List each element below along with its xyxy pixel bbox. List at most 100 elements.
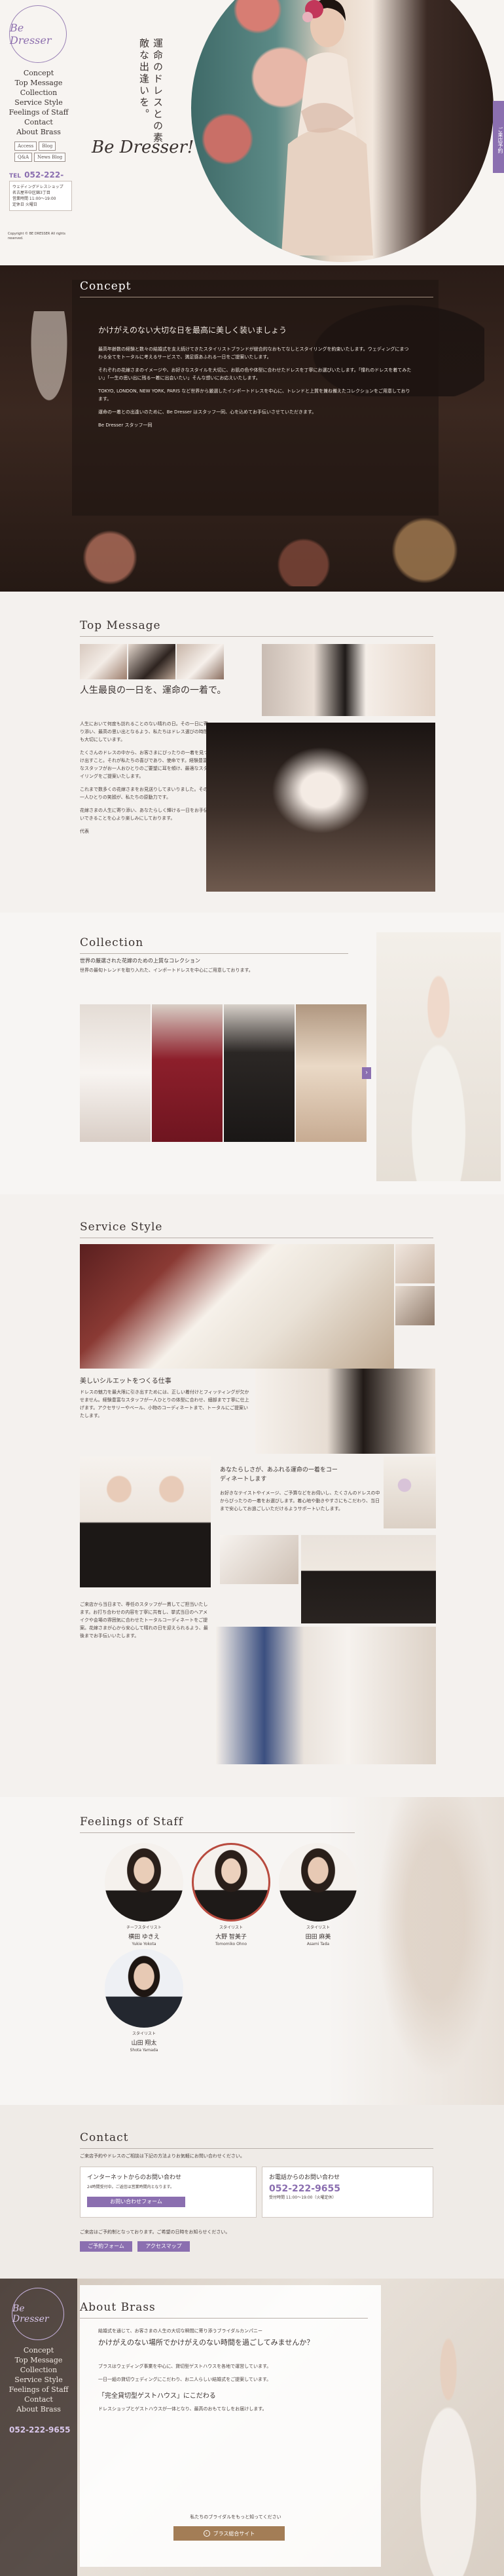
- service-style-section: Service Style 美しいシルエットをつくる仕事 ドレスの魅力を最大限に…: [0, 1194, 504, 1797]
- about-logo-text: Be Dresser: [12, 2303, 49, 2324]
- staff-name: 田田 麻美: [305, 1934, 331, 1941]
- service-block1-heading: 美しいシルエットをつくる仕事: [80, 1378, 171, 1385]
- brass-site-button-label: ブラス総合サイト: [213, 2530, 255, 2537]
- top-message-main-photo: [262, 644, 435, 716]
- staff-card[interactable]: スタイリスト 大野 智美子 Tomomiko Ohno: [185, 1843, 277, 1948]
- qa-button[interactable]: Q&A: [14, 153, 33, 162]
- brand-logo[interactable]: Be Dresser: [9, 5, 67, 63]
- nav-info-line: ウェディングドレスショップ: [12, 185, 63, 189]
- contact-web-box-text: 24時間受付中。ご返信は営業時間内となります。: [87, 2185, 174, 2189]
- about-nav-about-brass[interactable]: About Brass: [0, 2404, 77, 2414]
- about-title: About Brass: [80, 2301, 156, 2314]
- concept-flowers-decoration: [13, 514, 497, 586]
- access-map-button[interactable]: アクセスマップ: [137, 2241, 190, 2252]
- staff-romaji: Yukie Yokota: [132, 1942, 156, 1946]
- hero-section: Be Dresser Concept Top Message Collectio…: [0, 0, 504, 265]
- about-nav-collection[interactable]: Collection: [0, 2365, 77, 2375]
- staff-card[interactable]: スタイリスト 山田 翔太 Shota Yamada: [98, 1949, 190, 2055]
- nav-concept[interactable]: Concept: [0, 68, 77, 78]
- about-brass-section: Be Dresser Concept Top Message Collectio…: [0, 2279, 504, 2576]
- blog-button[interactable]: Blog: [39, 142, 56, 151]
- about-tel-number[interactable]: 052-222-9655: [9, 2425, 70, 2434]
- bride-illustration: [281, 0, 373, 256]
- concept-title: Concept: [80, 280, 132, 293]
- service-fitting-photo: [255, 1369, 435, 1454]
- access-button[interactable]: Access: [14, 142, 37, 151]
- contact-rule: [80, 2148, 433, 2149]
- collection-dress-1: [80, 1004, 151, 1142]
- collection-section: Collection 世界の厳選された花嫁のための上質なコレクション 世界の最旬…: [0, 913, 504, 1194]
- top-message-event-photo: [206, 723, 435, 892]
- collection-next-arrow[interactable]: ›: [362, 1067, 371, 1079]
- nav-top-message[interactable]: Top Message: [0, 78, 77, 88]
- collection-dress-2: [152, 1004, 223, 1142]
- nav-collection[interactable]: Collection: [0, 88, 77, 98]
- concept-signature: Be Dresser スタッフ一同: [98, 423, 153, 428]
- logo-text: Be Dresser: [10, 22, 52, 47]
- nav-about-brass[interactable]: About Brass: [0, 127, 77, 137]
- nav-contact[interactable]: Contact: [0, 117, 77, 127]
- service-staff-pair-photo: [80, 1456, 211, 1587]
- service-block2-heading: あなたらしさが、あふれる運命の一着をコーディネートします: [220, 1467, 338, 1483]
- about-nav-top-message[interactable]: Top Message: [0, 2355, 77, 2365]
- contact-web-box-title: インターネットからのお問い合わせ: [87, 2174, 182, 2181]
- staff-card[interactable]: チーフスタイリスト 横田 ゆきえ Yukie Yokota: [98, 1843, 190, 1948]
- about-nav-feelings-of-staff[interactable]: Feelings of Staff: [0, 2385, 77, 2395]
- about-brand-logo[interactable]: Be Dresser: [12, 2288, 64, 2340]
- about-nav-concept[interactable]: Concept: [0, 2345, 77, 2355]
- nav-service-style[interactable]: Service Style: [0, 98, 77, 107]
- staff-section: Feelings of Staff チーフスタイリスト 横田 ゆきえ Yukie…: [0, 1797, 504, 2105]
- brass-site-button[interactable]: › ブラス総合サイト: [173, 2526, 285, 2541]
- top-message-photo-2: [128, 644, 175, 679]
- about-paragraph: 一日一組の貸切ウェディングにこだわり、お二人らしい結婚式をご提案しています。: [98, 2377, 272, 2382]
- contact-form-button[interactable]: お問い合わせフォーム: [87, 2197, 185, 2207]
- service-small-photo-1: [395, 1244, 435, 1283]
- collection-tuxedo: [224, 1004, 295, 1142]
- service-block3-text: ご来店から当日まで、専任のスタッフが一貫してご担当いたします。お打ち合わせの内容…: [80, 1602, 208, 1638]
- service-accessories-photo: [384, 1456, 436, 1528]
- top-message-heading: 人生最良の一日を、運命の一着で。: [80, 685, 226, 696]
- arrow-right-icon: ›: [203, 2530, 210, 2537]
- copyright: Copyright © BE DRESSER All rights reserv…: [8, 232, 65, 240]
- staff-card[interactable]: スタイリスト 田田 麻美 Asami Tada: [272, 1843, 364, 1948]
- staff-role: チーフスタイリスト: [126, 1925, 162, 1930]
- staff-name: 横田 ゆきえ: [128, 1934, 160, 1941]
- reservation-form-button[interactable]: ご予約フォーム: [80, 2241, 132, 2252]
- hero-vertical-copy: 運命のドレスとの素敵な出逢いを。: [138, 38, 164, 144]
- top-message-title: Top Message: [80, 619, 161, 632]
- about-nav-service-style[interactable]: Service Style: [0, 2375, 77, 2385]
- staff-romaji: Tomomiko Ohno: [215, 1942, 247, 1946]
- contact-tel-box: お電話からのお問い合わせ 052-222-9655 受付時間 11:00〜19:…: [262, 2167, 433, 2218]
- service-stylist-photo: [301, 1535, 436, 1623]
- service-block2-text: お好きなテイストやイメージ、ご予算などをお伺いし、たくさんのドレスの中からぴった…: [220, 1490, 380, 1511]
- staff-romaji: Shota Yamada: [130, 2048, 158, 2053]
- concept-paragraph: 最高年齢数の経験と数々の結婚式を支え続けてきたスタイリストブランドが総合的なおも…: [98, 347, 409, 360]
- staff-avatar: [279, 1843, 357, 1922]
- top-message-paragraph: たくさんのドレスの中から、お客さまにぴったりの一着を見つけ出すこと。それが私たち…: [80, 750, 208, 779]
- service-shoes-photo: [220, 1535, 298, 1584]
- concept-paragraph: それぞれの花嫁さまのイメージや、お好きなスタイルを大切に、お肌の色や体型に合わせ…: [98, 368, 412, 381]
- about-nav-contact[interactable]: Contact: [0, 2395, 77, 2404]
- top-message-photo-1: [80, 644, 127, 679]
- top-message-photo-3: [177, 644, 224, 679]
- staff-title: Feelings of Staff: [80, 1815, 183, 1828]
- about-bride-photo: [393, 2318, 504, 2576]
- staff-avatar: [192, 1843, 270, 1922]
- contact-web-box: インターネットからのお問い合わせ 24時間受付中。ご返信は営業時間内となります。…: [80, 2167, 257, 2218]
- contact-tel-number[interactable]: 052-222-9655: [269, 2184, 426, 2194]
- collection-rule: [80, 953, 348, 954]
- staff-romaji: Asami Tada: [306, 1942, 330, 1946]
- dress-form-decoration: [26, 311, 72, 416]
- hero-image-bride: [191, 0, 494, 262]
- contact-title: Contact: [80, 2131, 129, 2144]
- news-blog-button[interactable]: News Blog: [34, 153, 66, 162]
- staff-role: スタイリスト: [306, 1925, 330, 1930]
- top-message-paragraph: 花嫁さまの人生に寄り添い、あなたらしく輝ける一日をお手伝いできることを心より楽し…: [80, 808, 208, 821]
- nav-feelings-of-staff[interactable]: Feelings of Staff: [0, 107, 77, 117]
- collection-lead: 世界の最旬トレンドを取り入れた、インポートドレスを中心にご用意しております。: [80, 968, 253, 973]
- reservation-side-tab[interactable]: ご来店予約: [493, 101, 504, 173]
- service-desk-photo: [80, 1244, 394, 1369]
- about-intro: 結婚式を通じて、お客さまの人生の大切な瞬間に寄り添うブライダルカンパニー: [98, 2328, 263, 2334]
- about-heading: かけがえのない場所でかけがえのない時間を過ごしてみませんか？: [98, 2338, 314, 2347]
- service-small-photo-2: [395, 1286, 435, 1325]
